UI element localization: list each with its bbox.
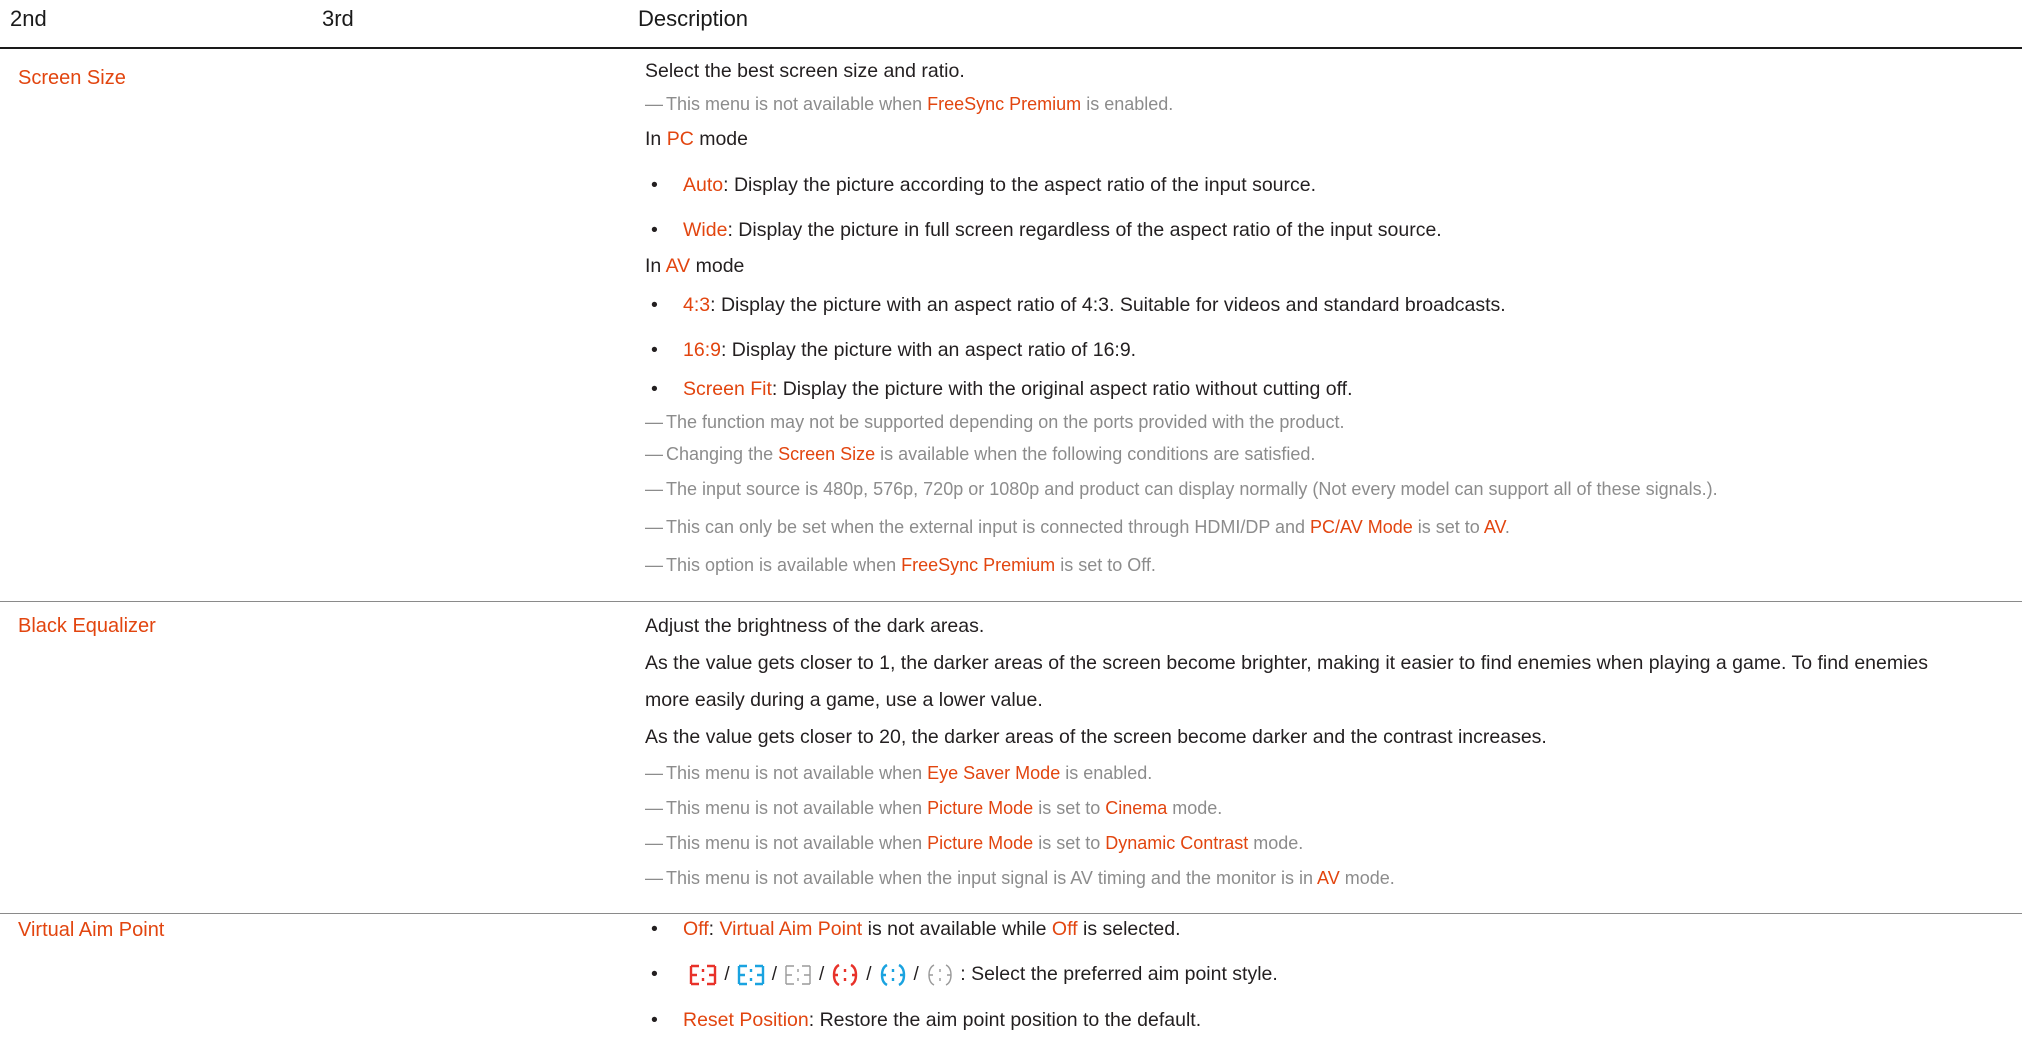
screen-size-intro: Select the best screen size and ratio. — [645, 60, 965, 82]
pc-mode-heading: In PC mode — [645, 128, 748, 150]
bullet-16-9: • 16:9: Display the picture with an aspec… — [651, 339, 1137, 361]
bullet-reset-position: • Reset Position: Restore the aim point p… — [651, 1009, 1202, 1031]
row-divider — [0, 913, 2022, 914]
note-dynamic-contrast: ― This menu is not available when Picture… — [645, 833, 1304, 853]
aim-style-3-icon — [785, 965, 811, 985]
aim-style-icons: / / / / / — [688, 963, 954, 987]
col-header-3rd: 3rd — [322, 6, 354, 31]
note-freesync-off: ― This option is available when FreeSync … — [645, 555, 1156, 575]
note-cinema: ― This menu is not available when Picture… — [645, 798, 1223, 818]
note-freesync: ― This menu is not available when FreeSyn… — [645, 94, 1174, 114]
aim-style-2-icon — [737, 964, 764, 986]
black-eq-p2: As the value gets closer to 20, the dark… — [645, 726, 1547, 748]
black-eq-p1b: more easily during a game, use a lower v… — [645, 689, 1043, 711]
note-av-timing: ― This menu is not available when the inp… — [645, 868, 1395, 888]
bullet-auto: • Auto: Display the picture according to … — [651, 174, 1317, 196]
note-changing-screen-size: ― Changing the Screen Size is available w… — [645, 444, 1316, 464]
note-eye-saver: ― This menu is not available when Eye Sav… — [645, 763, 1153, 783]
black-eq-intro: Adjust the brightness of the dark areas. — [645, 615, 985, 637]
item-screen-size: Screen Size — [18, 67, 126, 89]
header-rule — [0, 47, 2022, 49]
bullet-screen-fit: • Screen Fit: Display the picture with th… — [651, 378, 1353, 400]
row-divider — [0, 601, 2022, 602]
item-black-equalizer: Black Equalizer — [18, 615, 156, 637]
aim-style-4-icon — [833, 963, 858, 987]
dash: ― — [645, 94, 663, 114]
note-input-source: ― The input source is 480p, 576p, 720p or… — [645, 479, 1718, 499]
col-header-2nd: 2nd — [10, 6, 47, 31]
av-mode-heading: In AV mode — [645, 255, 745, 277]
bullet-off: • Off: Virtual Aim Point is not available… — [651, 918, 1181, 940]
item-virtual-aim-point: Virtual Aim Point — [18, 919, 165, 941]
bullet-wide: • Wide: Display the picture in full scree… — [651, 219, 1442, 241]
bullet-aim-style: • / / / / / : Select the preferred aim p… — [651, 963, 1278, 987]
note-ports: ― The function may not be supported depen… — [645, 412, 1345, 432]
note-hdmi-dp: ― This can only be set when the external … — [645, 517, 1510, 537]
black-eq-p1a: As the value gets closer to 1, the darke… — [645, 652, 1929, 674]
aim-style-5-icon — [880, 963, 905, 987]
aim-style-1-icon — [690, 964, 717, 986]
col-header-description: Description — [638, 6, 749, 31]
bullet-4-3: • 4:3: Display the picture with an aspect… — [651, 294, 1506, 316]
aim-style-6-icon — [928, 964, 952, 986]
